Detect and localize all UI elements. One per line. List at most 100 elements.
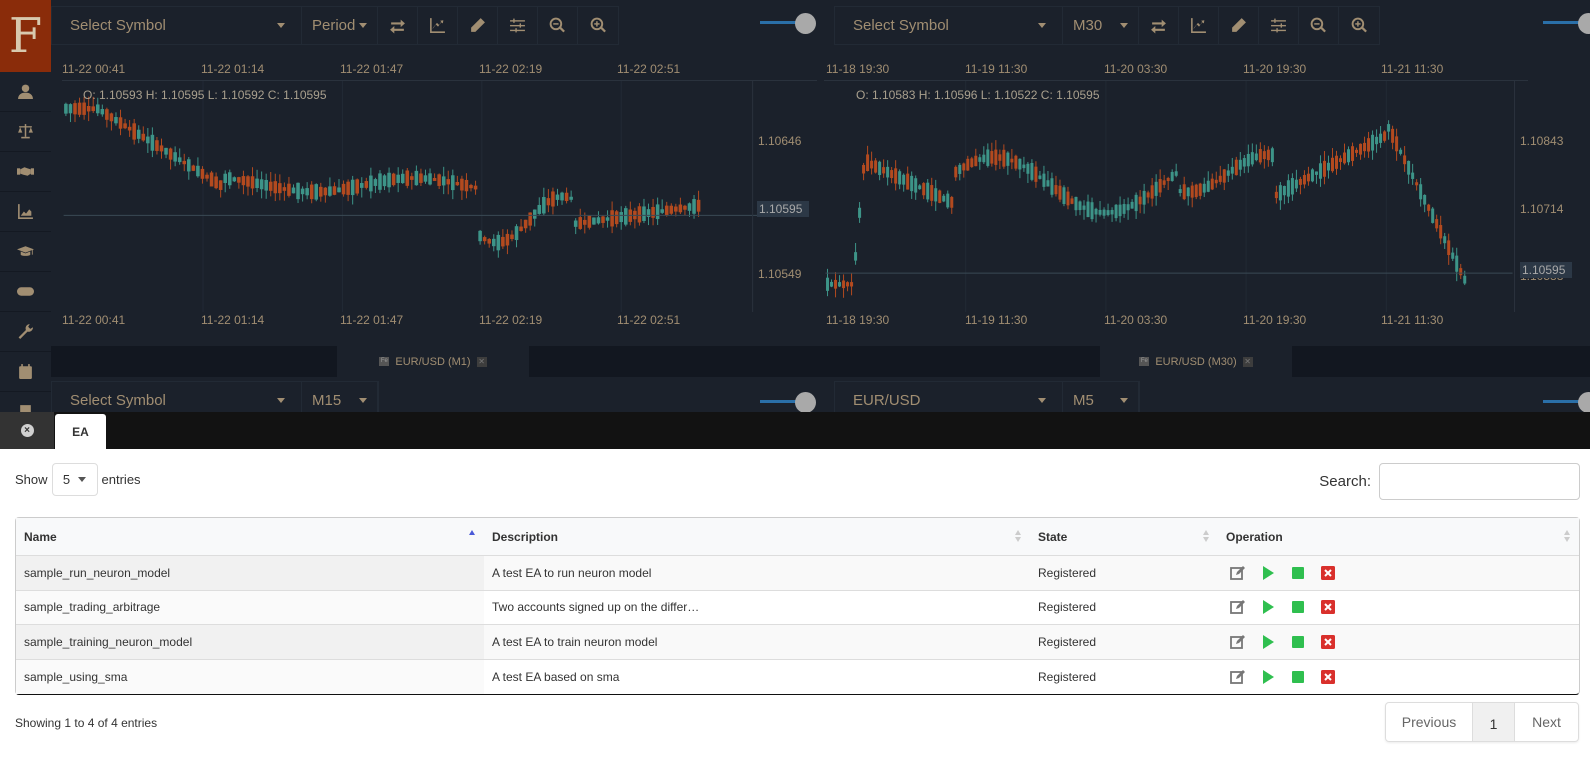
indicator-button[interactable] — [418, 7, 458, 44]
stop-button[interactable] — [1290, 565, 1306, 581]
sidebar-item-tools[interactable] — [0, 312, 51, 352]
sidebar-item-chart[interactable] — [0, 192, 51, 232]
candle — [455, 175, 460, 186]
start-button[interactable] — [1260, 599, 1276, 615]
candle — [1302, 170, 1306, 189]
period-select[interactable]: M5 — [1063, 382, 1139, 412]
start-button[interactable] — [1260, 565, 1276, 581]
table-row[interactable]: sample_training_neuron_model A test EA to… — [16, 625, 1579, 660]
table-header-row: Name Description State Operation — [16, 518, 1579, 556]
page-1-button[interactable]: 1 — [1473, 703, 1515, 741]
chart-zoom-slider[interactable] — [1543, 392, 1590, 412]
sidebar-item-handshake[interactable] — [0, 152, 51, 192]
column-header-state[interactable]: State — [1030, 518, 1218, 556]
draw-button[interactable] — [1219, 7, 1259, 44]
swap-button[interactable] — [1139, 7, 1179, 44]
sidebar-item-balance[interactable] — [0, 112, 51, 152]
time-tick: 11-21 11:30 — [1381, 313, 1444, 327]
indicator-button[interactable] — [1179, 7, 1219, 44]
edit-button[interactable] — [1230, 599, 1246, 615]
candlestick-plot[interactable] — [62, 80, 817, 312]
stop-button[interactable] — [1290, 634, 1306, 650]
period-select[interactable]: M30 — [1063, 7, 1139, 44]
table-row[interactable]: sample_using_sma A test EA based on sma Re… — [16, 659, 1579, 694]
delete-button[interactable] — [1320, 669, 1336, 685]
sidebar-item-education[interactable] — [0, 232, 51, 272]
edit-button[interactable] — [1230, 634, 1246, 650]
candle — [232, 176, 237, 182]
cell-state: Registered — [1038, 669, 1097, 684]
stop-button[interactable] — [1290, 599, 1306, 615]
entries-length-select[interactable]: 5 — [51, 463, 98, 496]
sort-icon — [1203, 530, 1210, 544]
candle — [1018, 158, 1022, 179]
edit-button[interactable] — [1230, 565, 1246, 581]
draw-button[interactable] — [458, 7, 498, 44]
delete-button[interactable] — [1320, 634, 1336, 650]
time-tick: 11-19 11:30 — [965, 62, 1028, 76]
column-header-operation[interactable]: Operation — [1218, 518, 1579, 556]
chart-zoom-slider[interactable] — [1543, 13, 1590, 34]
candle — [1158, 169, 1162, 198]
candle — [1070, 195, 1074, 205]
delete-button[interactable] — [1320, 599, 1336, 615]
table-row[interactable]: sample_trading_arbitrage Two accounts sig… — [16, 590, 1579, 625]
delete-button[interactable] — [1320, 565, 1336, 581]
zoom-out-button[interactable] — [538, 7, 578, 44]
chart-zoom-slider[interactable] — [760, 13, 820, 34]
close-panel-button[interactable]: × — [0, 412, 54, 449]
column-header-name[interactable]: Name — [16, 518, 484, 556]
candle — [396, 167, 400, 193]
sidebar-item-games[interactable] — [0, 272, 51, 312]
candle — [1274, 185, 1278, 204]
chart-zoom-slider[interactable] — [760, 392, 820, 412]
candle — [950, 195, 954, 214]
sidebar-item-calendar[interactable] — [0, 352, 51, 392]
candlestick-plot[interactable] — [824, 80, 1528, 312]
tab-ea[interactable]: EA — [55, 414, 106, 449]
symbol-select[interactable]: Select Symbol — [52, 382, 302, 412]
swap-button[interactable] — [378, 7, 418, 44]
candle — [287, 176, 291, 198]
slider-thumb[interactable] — [795, 13, 816, 34]
candle — [259, 171, 264, 199]
settings-button[interactable] — [1259, 7, 1299, 44]
period-select[interactable]: Period — [302, 7, 378, 44]
period-select[interactable]: M15 — [302, 382, 378, 412]
table-row[interactable]: sample_run_neuron_model A test EA to run … — [16, 556, 1579, 591]
slider-thumb[interactable] — [1578, 13, 1590, 34]
candle — [1359, 143, 1363, 160]
candle — [64, 102, 68, 117]
candle — [309, 181, 314, 204]
zoom-in-button[interactable] — [578, 7, 618, 44]
candle — [296, 182, 300, 204]
close-icon[interactable]: ✕ — [476, 356, 487, 367]
candle — [1006, 151, 1010, 175]
zoom-in-button[interactable] — [1339, 7, 1379, 44]
candle — [410, 172, 414, 190]
next-page-button[interactable]: Next — [1515, 703, 1578, 741]
zoom-out-button[interactable] — [1299, 7, 1339, 44]
candle — [473, 180, 478, 195]
start-button[interactable] — [1260, 669, 1276, 685]
symbol-select[interactable]: Select Symbol — [835, 7, 1063, 44]
symbol-select[interactable]: Select Symbol — [52, 7, 302, 44]
chart-tab-m30[interactable]: Fe EUR/USD (M30) ✕ — [1100, 346, 1292, 377]
search-input[interactable] — [1379, 463, 1580, 500]
settings-button[interactable] — [498, 7, 538, 44]
symbol-select[interactable]: EUR/USD — [835, 382, 1063, 412]
sidebar-item-user[interactable] — [0, 72, 51, 112]
previous-page-button[interactable]: Previous — [1386, 703, 1473, 741]
column-header-description[interactable]: Description — [484, 518, 1030, 556]
chart-tab-m1[interactable]: Fe EUR/USD (M1) ✕ — [337, 346, 529, 377]
candle — [109, 112, 114, 131]
start-button[interactable] — [1260, 634, 1276, 650]
stop-button[interactable] — [1290, 669, 1306, 685]
slider-thumb[interactable] — [1578, 392, 1590, 412]
close-icon[interactable]: ✕ — [1242, 356, 1253, 367]
candle — [237, 176, 241, 189]
slider-thumb[interactable] — [795, 392, 816, 412]
edit-button[interactable] — [1230, 669, 1246, 685]
candle — [1318, 155, 1322, 187]
logo[interactable]: F — [0, 0, 51, 72]
